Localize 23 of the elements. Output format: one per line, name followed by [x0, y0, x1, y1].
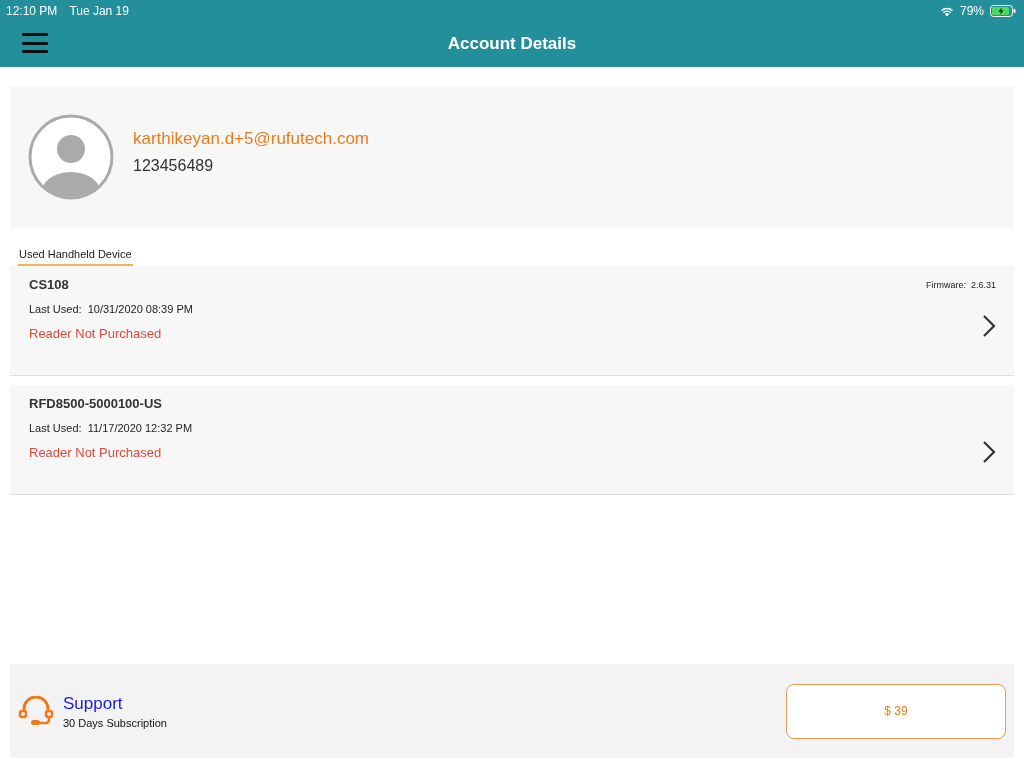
headset-icon: [18, 696, 54, 726]
device-name: CS108: [29, 277, 70, 292]
support-link[interactable]: Support: [63, 693, 167, 714]
device-card[interactable]: RFD8500-5000100-US Last Used: 11/17/2020 12:32 PM Reader Not Purchased: [10, 385, 1014, 495]
account-email: karthikeyan.d+5@rufutech.com: [133, 129, 370, 149]
status-time: 12:10 PM: [6, 4, 58, 18]
device-name: RFD8500-5000100-US: [29, 396, 163, 411]
device-card[interactable]: CS108 Last Used: 10/31/2020 08:39 PM Reader Not Purchased Firmware: 2.6.31: [10, 266, 1014, 376]
menu-icon[interactable]: [22, 33, 48, 53]
status-date: Tue Jan 19: [69, 4, 129, 18]
subscription-text: 30 Days Subscription: [63, 716, 167, 729]
purchase-status: Reader Not Purchased: [29, 445, 163, 460]
chevron-right-icon: [982, 314, 996, 338]
purchase-status: Reader Not Purchased: [29, 326, 163, 341]
page-title: Account Details: [447, 33, 577, 54]
last-used-text: Last Used: 10/31/2020 08:39 PM: [29, 303, 194, 315]
firmware-text: Firmware: 2.6.31: [925, 280, 996, 290]
chevron-right-icon: [982, 440, 996, 464]
account-phone: 123456489: [133, 157, 215, 175]
wifi-icon: [939, 5, 954, 17]
battery-percent: 79%: [959, 4, 984, 18]
avatar-icon: [28, 114, 114, 200]
last-used-text: Last Used: 11/17/2020 12:32 PM: [29, 422, 194, 434]
